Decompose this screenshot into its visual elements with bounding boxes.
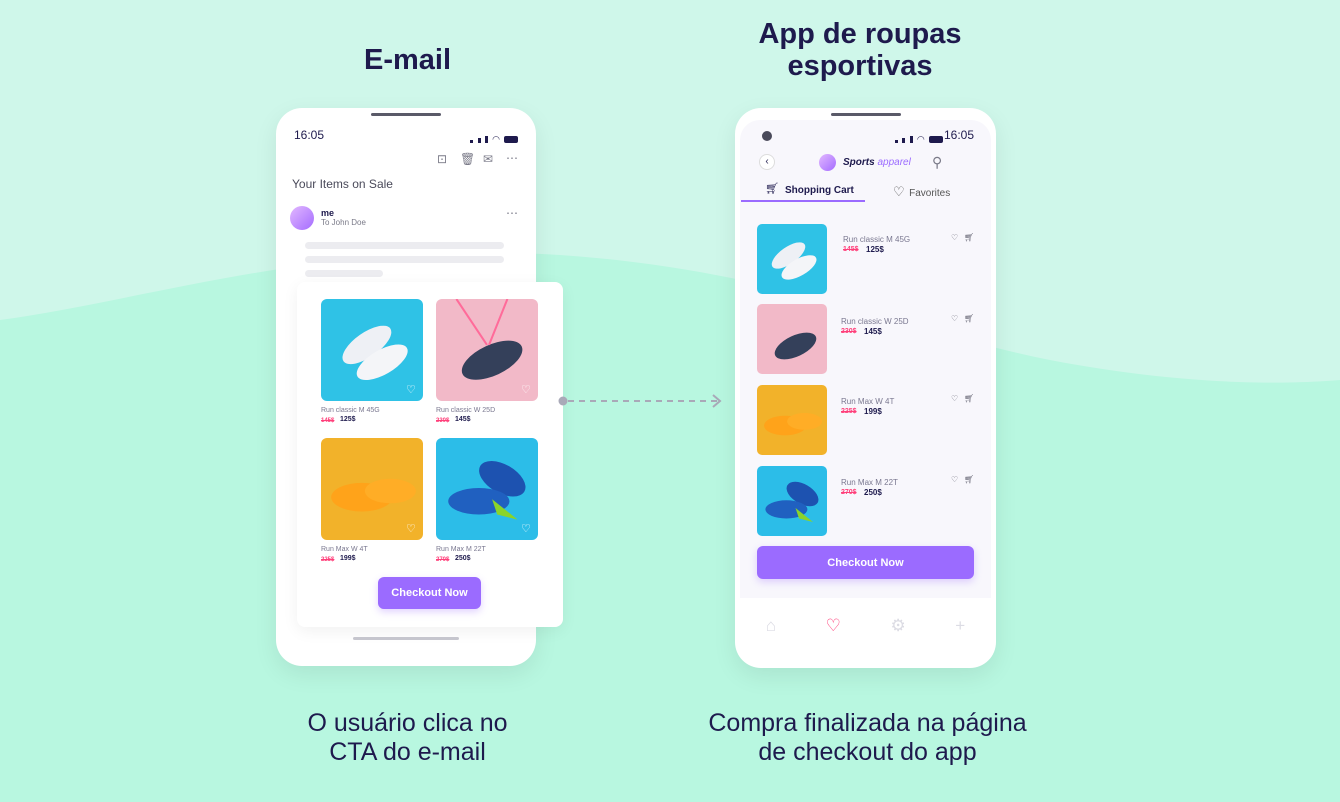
- heart-icon[interactable]: ♡: [951, 314, 958, 323]
- old-price: 230$: [841, 328, 857, 335]
- avatar: [290, 206, 314, 230]
- plus-icon[interactable]: +: [955, 616, 965, 636]
- wifi-icon: ◠: [492, 133, 500, 144]
- product-name: Run classic M 45G: [321, 407, 380, 414]
- sender-name: me: [321, 208, 335, 218]
- email-heading: E-mail: [363, 44, 452, 76]
- cart-icon[interactable]: 🛒︎: [964, 233, 974, 242]
- item-name: Run classic W 25D: [841, 317, 909, 326]
- brand-logo: [819, 154, 836, 171]
- price: 199$: [864, 407, 882, 416]
- placeholder-line: [305, 242, 504, 249]
- product-image[interactable]: [757, 385, 827, 455]
- email-caption: O usuário clica no CTA do e-mail: [260, 709, 555, 767]
- email-subject: Your Items on Sale: [292, 177, 393, 191]
- old-price: 145$: [843, 246, 859, 253]
- trash-icon[interactable]: 🗑: [460, 152, 475, 166]
- heart-icon[interactable]: ♡: [826, 616, 841, 636]
- signal-icon: [470, 130, 489, 148]
- caption-line: Compra finalizada na página: [708, 709, 1027, 737]
- phone-notch: [371, 113, 441, 116]
- placeholder-line: [305, 270, 383, 277]
- more-icon[interactable]: ⋯: [506, 206, 518, 220]
- app-checkout-button[interactable]: Checkout Now: [757, 546, 974, 579]
- cart-icon[interactable]: 🛒︎: [964, 314, 974, 323]
- price: 145$: [864, 327, 882, 336]
- old-price: 230$: [436, 418, 450, 424]
- status-time: 16:05: [294, 128, 325, 142]
- heart-icon[interactable]: ♡: [406, 522, 416, 535]
- old-price: 225$: [841, 408, 857, 415]
- gear-icon[interactable]: ⚙: [890, 616, 905, 636]
- caption-line: O usuário clica no: [307, 709, 508, 737]
- old-price: 270$: [841, 489, 857, 496]
- brand-light: apparel: [877, 157, 911, 168]
- battery-icon: [504, 135, 518, 143]
- wifi-icon: ◠: [916, 133, 925, 144]
- back-button[interactable]: ‹: [759, 154, 775, 170]
- app-heading-line1: App de roupas: [758, 18, 962, 50]
- item-name: Run Max W 4T: [841, 397, 895, 406]
- product-name: Run Max M 22T: [436, 546, 486, 553]
- price: 250$: [864, 488, 882, 497]
- camera-dot: [762, 131, 772, 141]
- price: 250$: [455, 555, 471, 562]
- old-price: 145$: [321, 418, 335, 424]
- search-icon[interactable]: ⚲: [932, 154, 942, 171]
- heart-icon[interactable]: ♡: [951, 394, 958, 403]
- heart-icon: ♡: [893, 184, 905, 199]
- product-image[interactable]: [757, 304, 827, 374]
- brand-bold: Sports: [843, 157, 875, 168]
- product-image[interactable]: [757, 224, 827, 294]
- product-name: Run Max W 4T: [321, 546, 368, 553]
- item-name: Run Max M 22T: [841, 478, 898, 487]
- cart-icon: 🛒︎: [765, 183, 779, 195]
- price: 125$: [340, 416, 356, 423]
- more-icon[interactable]: ⋯: [506, 151, 518, 165]
- cart-icon[interactable]: 🛒︎: [964, 475, 974, 484]
- bottom-nav: ⌂ ♡ ⚙ +: [741, 596, 990, 656]
- price: 145$: [455, 416, 471, 423]
- brand-name: Sports apparel: [843, 157, 911, 168]
- home-indicator: [353, 637, 459, 640]
- app-caption: Compra finalizada na página de checkout …: [670, 709, 1065, 767]
- heart-icon[interactable]: ♡: [951, 475, 958, 484]
- heart-icon[interactable]: ♡: [521, 383, 531, 396]
- tab-label: Favorites: [909, 188, 951, 199]
- product-name: Run classic W 25D: [436, 407, 496, 414]
- tab-shopping-cart[interactable]: 🛒︎ Shopping Cart: [741, 180, 865, 202]
- archive-icon[interactable]: ⊡: [437, 152, 447, 166]
- active-tab-indicator: [741, 200, 865, 202]
- caption-line: CTA do e-mail: [329, 738, 486, 766]
- heart-icon[interactable]: ♡: [951, 233, 958, 242]
- battery-icon: [928, 135, 943, 143]
- app-heading: App de roupas esportivas: [700, 18, 1020, 82]
- price: 125$: [866, 245, 884, 254]
- home-icon[interactable]: ⌂: [766, 616, 776, 636]
- flow-arrow: [558, 394, 722, 408]
- cart-icon[interactable]: 🛒︎: [964, 394, 974, 403]
- status-icons: ◠: [470, 130, 518, 148]
- old-price: 225$: [321, 557, 335, 563]
- placeholder-line: [305, 256, 504, 263]
- status-time: 16:05: [944, 128, 975, 142]
- phone-notch: [830, 113, 901, 116]
- caption-line: de checkout do app: [758, 738, 977, 766]
- tab-label: Shopping Cart: [785, 185, 854, 196]
- recipient: To John Doe: [321, 218, 366, 227]
- email-checkout-button[interactable]: Checkout Now: [378, 577, 481, 609]
- product-image[interactable]: [757, 466, 827, 536]
- old-price: 270$: [436, 557, 450, 563]
- item-name: Run classic M 45G: [843, 235, 911, 244]
- status-icons: ◠: [895, 130, 943, 148]
- signal-icon: [895, 130, 913, 148]
- mail-icon[interactable]: ✉: [483, 152, 493, 166]
- heart-icon[interactable]: ♡: [521, 522, 531, 535]
- app-heading-line2: esportivas: [787, 50, 933, 82]
- heart-icon[interactable]: ♡: [406, 383, 416, 396]
- tab-favorites[interactable]: ♡ Favorites: [893, 183, 950, 201]
- price: 199$: [340, 555, 356, 562]
